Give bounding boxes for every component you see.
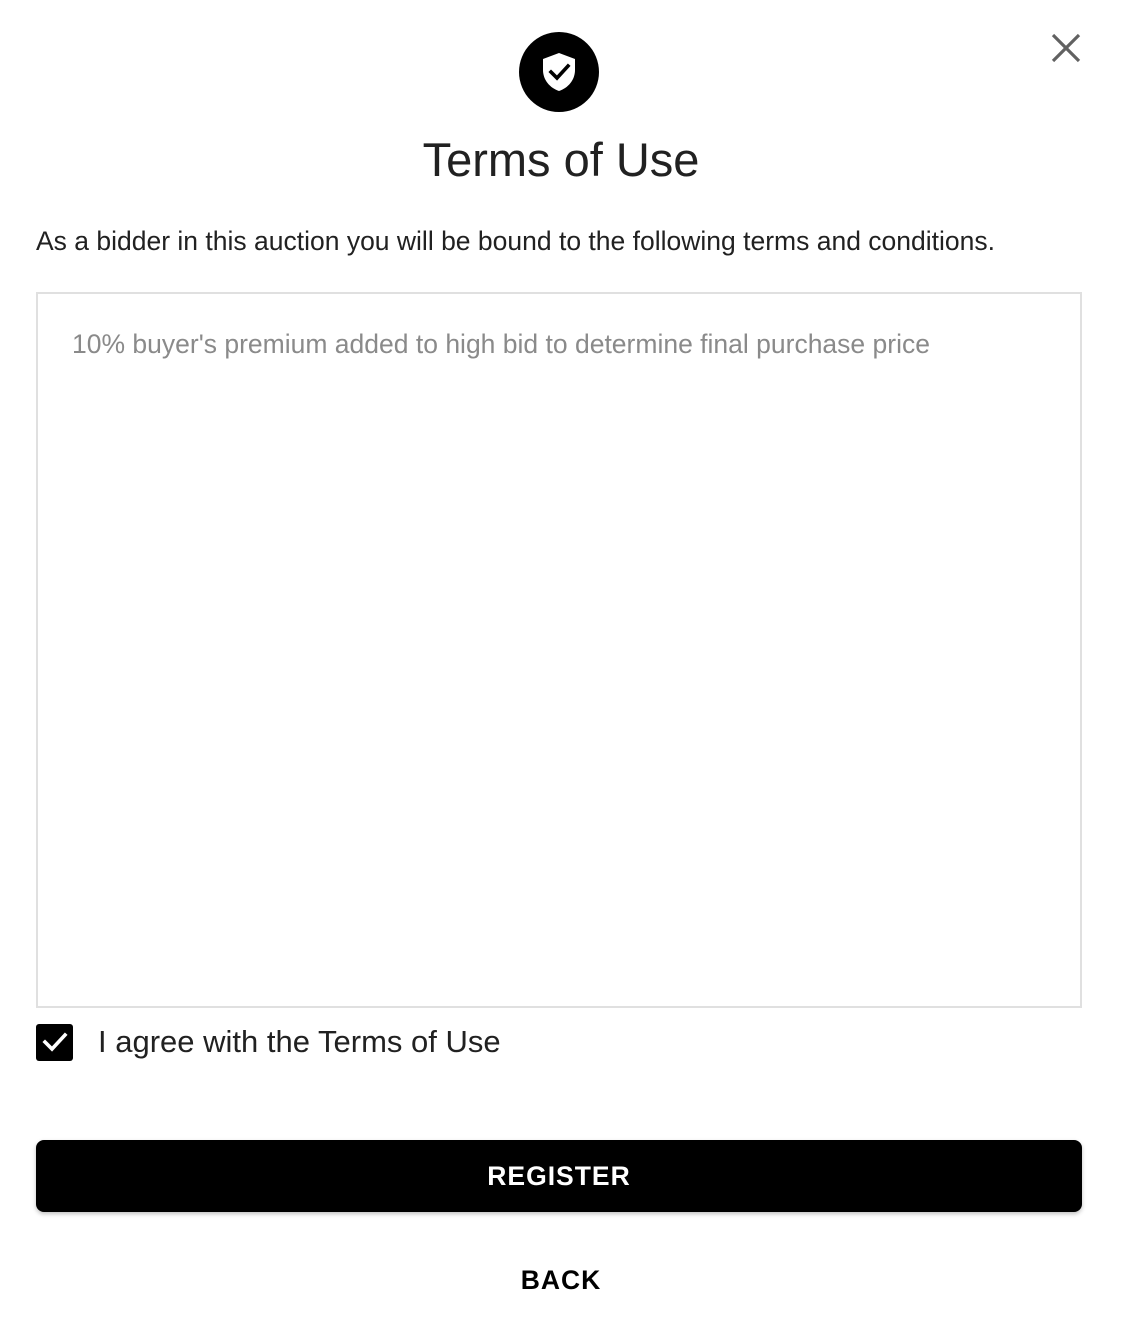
dialog-title: Terms of Use	[422, 133, 700, 186]
close-button[interactable]	[1046, 28, 1086, 68]
back-button[interactable]: BACK	[461, 1252, 661, 1308]
terms-text: 10% buyer's premium added to high bid to…	[72, 329, 930, 359]
terms-of-use-dialog: Terms of Use As a bidder in this auction…	[0, 0, 1122, 1344]
shield-check-icon	[519, 32, 599, 112]
close-icon	[1051, 33, 1081, 63]
register-button[interactable]: REGISTER	[36, 1140, 1082, 1212]
agree-label: I agree with the Terms of Use	[98, 1024, 501, 1059]
agree-terms-checkbox-row[interactable]: I agree with the Terms of Use	[36, 1018, 501, 1066]
checkmark-icon	[41, 1032, 68, 1052]
agree-checkbox[interactable]	[36, 1023, 73, 1061]
dialog-subtitle: As a bidder in this auction you will be …	[36, 226, 995, 256]
terms-content-box[interactable]: 10% buyer's premium added to high bid to…	[36, 292, 1082, 1008]
